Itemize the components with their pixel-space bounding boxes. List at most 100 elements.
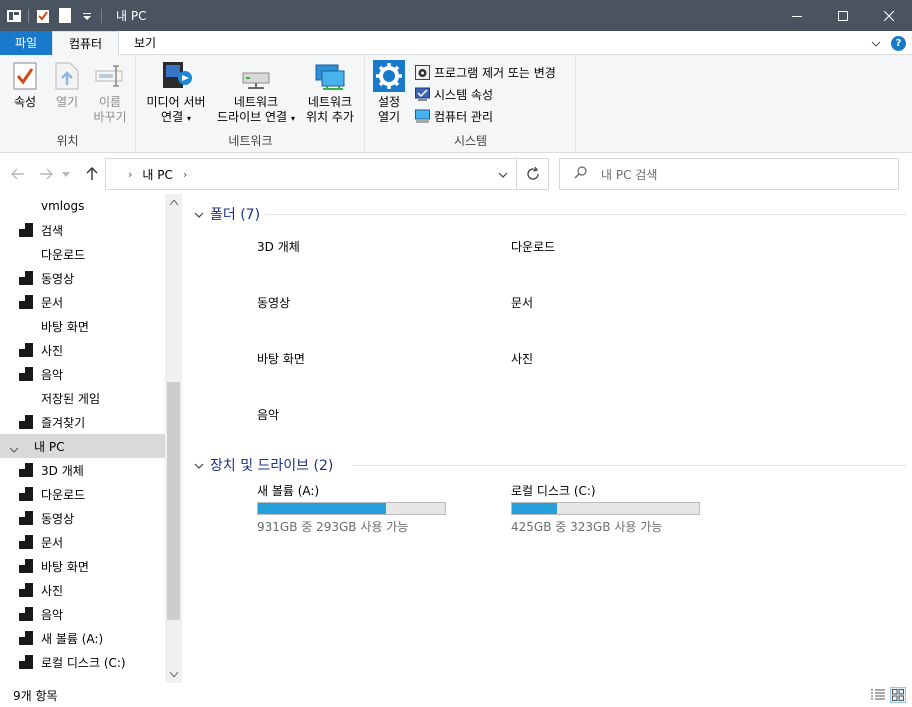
nav-item[interactable]: 로컬 디스크 (C:) — [0, 650, 165, 674]
properties-quick-icon[interactable] — [35, 8, 51, 24]
nav-item[interactable]: 사진 — [0, 578, 165, 602]
nav-item[interactable]: 문서 — [0, 290, 165, 314]
nav-item-this-pc[interactable]: 내 PC — [0, 434, 165, 458]
drive-item[interactable]: 새 볼륨 (A:) 931GB 중 293GB 사용 가능 — [257, 482, 457, 535]
folder-item[interactable]: 바탕 화면 — [257, 350, 305, 367]
nav-item[interactable]: 바탕 화면 — [0, 314, 165, 338]
nav-item[interactable]: 사진 — [0, 338, 165, 362]
folder-item[interactable]: 음악 — [257, 406, 279, 423]
maximize-button[interactable] — [820, 0, 866, 31]
forward-button[interactable] — [37, 165, 55, 183]
breadcrumb-this-pc[interactable]: 내 PC — [142, 166, 172, 183]
nav-item[interactable]: 검색 — [0, 218, 165, 242]
computer-management-label: 컴퓨터 관리 — [434, 109, 494, 124]
chevron-down-icon[interactable] — [194, 459, 204, 472]
content-area: 폴더 (7) 3D 개체 다운로드동영상 문서바탕 화면 사진음악 장치 및 드라이브… — [182, 194, 912, 683]
nav-item[interactable]: 3D 개체 — [0, 458, 165, 482]
folder-icon — [18, 294, 34, 310]
tab-view[interactable]: 보기 — [119, 31, 171, 55]
search-box[interactable]: 내 PC 검색 — [559, 158, 899, 190]
drives-section-header[interactable]: 장치 및 드라이브 (2) — [194, 455, 333, 475]
help-icon[interactable]: ? — [891, 35, 906, 51]
nav-item[interactable]: 다운로드 — [0, 482, 165, 506]
scroll-thumb[interactable] — [167, 382, 180, 620]
chevron-down-icon[interactable] — [9, 442, 19, 456]
uninstall-program-button[interactable]: 프로그램 제거 또는 변경 — [414, 62, 556, 82]
nav-item-label: 문서 — [41, 295, 64, 310]
nav-scrollbar[interactable] — [165, 194, 182, 683]
folder-item[interactable]: 다운로드 — [511, 238, 555, 255]
address-bar[interactable]: › 내 PC › — [105, 158, 517, 190]
add-network-location-button[interactable]: 네트워크 위치 추가 — [301, 59, 359, 125]
nav-item-label: 로컬 디스크 (C:) — [41, 655, 126, 670]
chevron-down-icon[interactable] — [194, 208, 204, 221]
nav-item-label: 문서 — [41, 535, 64, 550]
group-network-label: 네트워크 — [228, 134, 273, 148]
nav-item[interactable]: 새 볼륨 (A:) — [0, 626, 165, 650]
nav-item-label: 바탕 화면 — [41, 319, 89, 334]
recent-locations-button[interactable] — [60, 165, 72, 183]
minimize-button[interactable] — [774, 0, 820, 31]
window-icon[interactable] — [6, 8, 22, 24]
address-dropdown-icon[interactable] — [498, 167, 508, 181]
nav-item[interactable]: 즐겨찾기 — [0, 410, 165, 434]
group-system-label: 시스템 — [453, 134, 488, 148]
breadcrumb-chevron-icon[interactable]: › — [128, 168, 132, 181]
media-server-label-2-row: 연결 ▾ — [142, 110, 210, 126]
nav-item-label: 즐겨찾기 — [41, 415, 86, 430]
system-properties-button[interactable]: 시스템 속성 — [414, 84, 493, 104]
drive-item[interactable]: 로컬 디스크 (C:) 425GB 중 323GB 사용 가능 — [511, 482, 711, 535]
nav-item[interactable]: 문서 — [0, 530, 165, 554]
nav-item[interactable]: 음악 — [0, 362, 165, 386]
nav-item[interactable]: 다운로드 — [0, 242, 165, 266]
map-network-drive-label-2-row: 드라이브 연결 ▾ — [212, 110, 300, 126]
map-network-drive-label-2: 드라이브 연결 — [217, 110, 288, 124]
nav-item[interactable]: 동영상 — [0, 266, 165, 290]
computer-management-button[interactable]: 컴퓨터 관리 — [414, 106, 493, 126]
large-icons-view-icon[interactable] — [890, 687, 906, 703]
tab-computer[interactable]: 컴퓨터 — [52, 31, 119, 56]
refresh-button[interactable] — [517, 158, 549, 190]
chevron-down-icon[interactable] — [871, 36, 881, 50]
open-settings-button[interactable]: 설정 열기 — [370, 59, 408, 125]
nav-item-label: 동영상 — [41, 511, 75, 526]
nav-item[interactable]: 음악 — [0, 602, 165, 626]
nav-item[interactable]: 동영상 — [0, 506, 165, 530]
open-button[interactable]: 열기 — [50, 59, 84, 110]
folder-item[interactable]: 동영상 — [257, 294, 290, 311]
folder-item[interactable]: 3D 개체 — [257, 238, 300, 255]
quick-access-dropdown-icon[interactable] — [79, 8, 95, 24]
search-input[interactable]: 내 PC 검색 — [601, 166, 657, 183]
nav-item[interactable]: 저장된 게임 — [0, 386, 165, 410]
nav-item-label: 사진 — [41, 583, 64, 598]
nav-item[interactable]: 바탕 화면 — [0, 554, 165, 578]
folders-section-header[interactable]: 폴더 (7) — [194, 204, 260, 224]
refresh-icon — [526, 167, 539, 180]
nav-item-label: 음악 — [41, 367, 64, 382]
group-network: 미디어 서버 연결 ▾ 네트워크 드라이브 연결 ▾ 네트워크 위치 추가 네트… — [137, 55, 365, 153]
map-network-drive-button[interactable]: 네트워크 드라이브 연결 ▾ — [212, 59, 300, 126]
folder-item[interactable]: 문서 — [511, 294, 533, 311]
folder-icon — [18, 534, 34, 550]
breadcrumb-chevron-icon[interactable]: › — [183, 168, 187, 181]
back-button[interactable] — [9, 165, 27, 183]
properties-button[interactable]: 속성 — [6, 59, 44, 110]
folder-icon — [18, 630, 34, 646]
media-server-button[interactable]: 미디어 서버 연결 ▾ — [142, 59, 210, 126]
scroll-up-icon[interactable] — [165, 194, 182, 211]
details-view-icon[interactable] — [870, 687, 886, 703]
nav-item-label: 새 볼륨 (A:) — [41, 631, 104, 646]
folder-icon — [18, 270, 34, 286]
folder-icon — [18, 582, 34, 598]
nav-item[interactable]: vmlogs — [0, 194, 165, 218]
rename-button[interactable]: 이름 바꾸기 — [88, 59, 132, 125]
scroll-down-icon[interactable] — [165, 666, 182, 683]
up-button[interactable] — [83, 165, 101, 183]
nav-item-label: 검색 — [41, 223, 64, 238]
new-folder-quick-icon[interactable] — [57, 8, 73, 24]
close-button[interactable] — [866, 0, 912, 31]
drive-name: 새 볼륨 (A:) — [257, 484, 320, 498]
tab-file[interactable]: 파일 — [0, 31, 52, 55]
status-bar: 9개 항목 — [0, 683, 912, 707]
folder-item[interactable]: 사진 — [511, 350, 533, 367]
